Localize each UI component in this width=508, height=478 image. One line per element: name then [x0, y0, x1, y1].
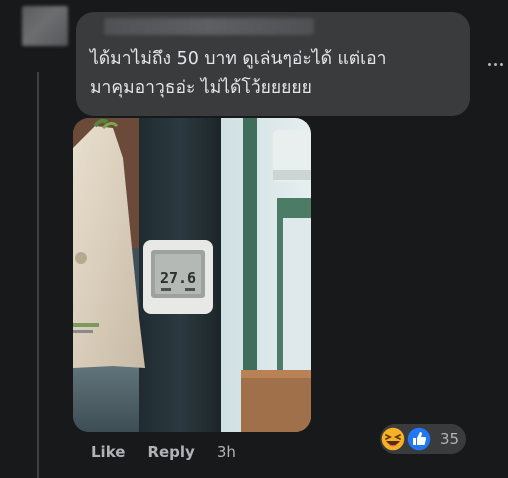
- comment-text: ได้มาไม่ถึง 50 บาท ดูเล่นๆอ่ะได้ แต่เอา …: [90, 49, 387, 98]
- reaction-summary[interactable]: 35: [380, 424, 466, 454]
- thread-line: [37, 72, 39, 478]
- like-link[interactable]: Like: [91, 443, 125, 461]
- thermometer-reading: 27.6: [160, 269, 196, 287]
- comment-actions: Like Reply 3h: [91, 441, 236, 463]
- reaction-count: 35: [440, 430, 460, 448]
- author-name-redacted[interactable]: [104, 18, 314, 35]
- comment-photo[interactable]: 27.6: [73, 118, 311, 432]
- comment-timestamp[interactable]: 3h: [217, 443, 236, 461]
- more-options-icon[interactable]: [488, 60, 508, 68]
- laughing-emoji-icon: [380, 426, 406, 452]
- reply-link[interactable]: Reply: [147, 443, 194, 461]
- photo-scene: 27.6: [73, 118, 311, 432]
- avatar[interactable]: [22, 6, 68, 46]
- comment-bubble: ได้มาไม่ถึง 50 บาท ดูเล่นๆอ่ะได้ แต่เอา …: [76, 12, 470, 116]
- like-thumbs-up-icon: [406, 426, 432, 452]
